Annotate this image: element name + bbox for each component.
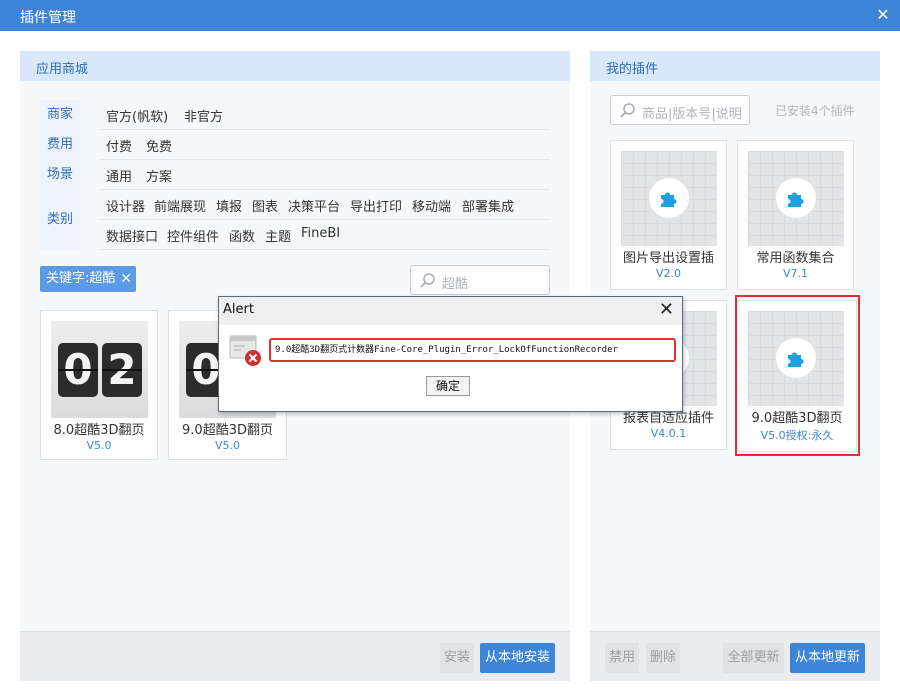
filter-row-category: 设计器 前端展现 填报 图表 决策平台 导出打印 移动端 部署集成 <box>100 196 550 220</box>
close-icon[interactable]: ✕ <box>874 5 892 25</box>
filter-label-vendor: 商家 <box>40 100 80 130</box>
alert-title: Alert <box>223 302 254 317</box>
filter-option[interactable]: 数据接口 <box>106 226 158 245</box>
filter-option[interactable]: 函数 <box>229 226 255 245</box>
my-plugin-card[interactable]: 常用函数集合 V7.1 <box>737 140 854 290</box>
filter-label-fee: 费用 <box>40 130 80 160</box>
filter-option[interactable]: 付费 <box>106 136 132 155</box>
puzzle-badge <box>776 178 816 218</box>
store-search-placeholder: 超酷 <box>442 277 469 292</box>
install-local-button[interactable]: 从本地安装 <box>480 643 555 673</box>
update-all-button[interactable]: 全部更新 <box>723 643 784 673</box>
plugin-version: V5.0 <box>214 439 241 452</box>
my-plugins-footer: 禁用 删除 全部更新 从本地更新 <box>590 631 880 681</box>
filter-option[interactable]: 设计器 <box>106 196 145 215</box>
store-footer: 安装 从本地安装 <box>20 631 570 681</box>
keyword-tag-label: 关键字:超酷 <box>46 271 116 286</box>
remove-tag-icon[interactable]: ✕ <box>120 266 132 292</box>
install-button[interactable]: 安装 <box>440 643 474 673</box>
flip-counter-thumbnail: 0 2 <box>51 321 148 418</box>
filter-option[interactable]: 图表 <box>252 196 278 215</box>
delete-button[interactable]: 删除 <box>646 643 680 673</box>
alert-body: 9.0超酷3D翻页式计数器Fine-Core_Plugin_Error_Lock… <box>219 325 682 411</box>
my-plugins-search-input[interactable]: 商品|版本号|说明 <box>610 95 750 125</box>
filter-option[interactable]: FineBI <box>301 226 340 241</box>
my-plugins-search-placeholder: 商品|版本号|说明 <box>642 107 742 122</box>
filter-option[interactable]: 通用 <box>106 166 132 185</box>
filter-option[interactable]: 前端展现 <box>154 196 206 215</box>
close-icon[interactable]: ✕ <box>659 299 674 321</box>
store-header: 应用商城 <box>20 51 570 81</box>
plugin-name: 8.0超酷3D翻页 <box>53 423 145 438</box>
store-search-input[interactable]: 超酷 <box>410 265 550 295</box>
filter-label-category: 类别 <box>40 190 80 250</box>
puzzle-icon <box>661 192 677 207</box>
search-icon <box>620 103 635 118</box>
filter-option[interactable]: 官方(帆软) <box>106 106 168 125</box>
my-plugin-card[interactable]: 图片导出设置插 V2.0 <box>610 140 727 290</box>
filter-row-vendor: 官方(帆软) 非官方 <box>100 106 550 130</box>
store-plugin-card[interactable]: 0 2 8.0超酷3D翻页 V5.0 <box>40 310 158 460</box>
alert-dialog: Alert ✕ 9.0超酷3D翻页式计数器Fine-Core_Plugin_Er… <box>218 296 683 412</box>
filter-option[interactable]: 免费 <box>146 136 172 155</box>
filter-option[interactable]: 填报 <box>216 196 242 215</box>
filter-row-category-2: 数据接口 控件组件 函数 主题 FineBI <box>100 226 550 250</box>
filter-option[interactable]: 导出打印 <box>350 196 402 215</box>
plugin-version: V2.0 <box>655 267 682 280</box>
filter-label-scene: 场景 <box>40 160 80 190</box>
plugin-name: 常用函数集合 <box>756 251 835 266</box>
plugin-version: V5.0 <box>86 439 112 452</box>
plugin-version: V7.1 <box>782 267 809 280</box>
filter-row-scene: 通用 方案 <box>100 166 550 190</box>
disable-button[interactable]: 禁用 <box>605 643 639 673</box>
filter-option[interactable]: 非官方 <box>184 106 223 125</box>
plugin-thumbnail <box>748 151 844 246</box>
filter-row-fee: 付费 免费 <box>100 136 550 160</box>
my-plugins-header: 我的插件 <box>590 51 880 81</box>
search-icon <box>420 273 435 288</box>
filter-option[interactable]: 移动端 <box>412 196 451 215</box>
filter-option[interactable]: 部署集成 <box>462 196 514 215</box>
flip-digit: 0 <box>58 343 98 397</box>
plugin-thumbnail <box>621 151 717 246</box>
alert-message: 9.0超酷3D翻页式计数器Fine-Core_Plugin_Error_Lock… <box>269 338 676 362</box>
filter-option[interactable]: 控件组件 <box>167 226 219 245</box>
selection-highlight <box>735 295 860 456</box>
filter-option[interactable]: 主题 <box>265 226 291 245</box>
ok-button[interactable]: 确定 <box>426 376 470 396</box>
window-titlebar: 插件管理 ✕ <box>0 0 900 31</box>
plugin-name: 图片导出设置插 <box>622 251 714 266</box>
error-icon <box>229 335 261 366</box>
plugin-name: 9.0超酷3D翻页 <box>182 423 273 438</box>
flip-digit: 2 <box>102 343 142 397</box>
filter-option[interactable]: 决策平台 <box>288 196 340 215</box>
keyword-tag: 关键字:超酷 ✕ <box>40 266 136 292</box>
filter-option[interactable]: 方案 <box>146 166 172 185</box>
plugin-version: V4.0.1 <box>650 427 687 440</box>
window-title: 插件管理 <box>20 10 76 26</box>
installed-count: 已安装4个插件 <box>775 104 855 118</box>
update-local-button[interactable]: 从本地更新 <box>790 643 865 673</box>
puzzle-icon <box>788 192 804 207</box>
puzzle-badge <box>649 178 689 218</box>
